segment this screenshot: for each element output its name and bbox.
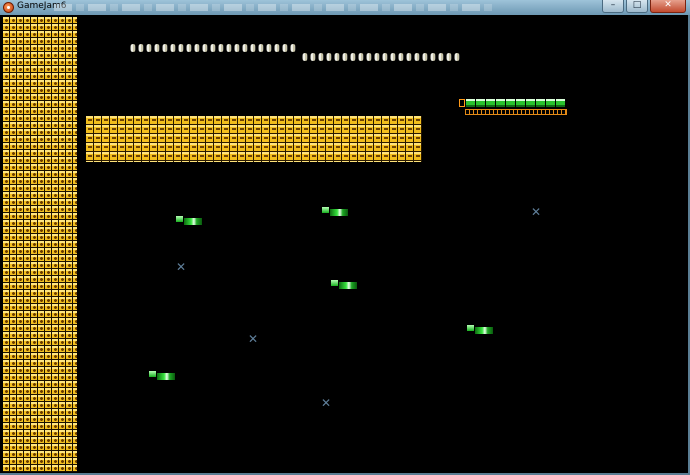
snake-segment [556,99,565,107]
capsule-sprite [178,44,184,52]
capsule-sprite [290,44,296,52]
close-button[interactable]: ✕ [650,0,686,13]
snake-body [466,99,565,107]
capsule-sprite [274,44,280,52]
capsule-sprite [390,53,396,61]
capsule-sprite [310,53,316,61]
capsule-sprite [454,53,460,61]
x-marker-icon: ✕ [321,396,332,410]
capsule-sprite [326,53,332,61]
capsule-sprite [382,53,388,61]
green-pickup [467,325,493,334]
capsule-sprite [130,44,136,52]
capsule-sprite [430,53,436,61]
capsule-sprite [186,44,192,52]
snake-trail [465,109,567,115]
green-pickup [176,216,202,225]
capsule-sprite [266,44,272,52]
snake-segment [506,99,515,107]
snake-segment [516,99,525,107]
capsule-sprite [302,53,308,61]
snake-segment [526,99,535,107]
capsule-sprite [438,53,444,61]
capsule-sprite [282,44,288,52]
x-marker-icon: ✕ [531,205,542,219]
capsule-sprite [446,53,452,61]
maximize-button[interactable]: □ [626,0,648,13]
green-pickup [331,280,357,289]
capsule-sprite [414,53,420,61]
snake-segment [546,99,555,107]
green-pickup [149,371,175,380]
snake-head [459,99,465,107]
capsule-row-lower [302,53,460,62]
capsule-sprite [334,53,340,61]
capsule-sprite [250,44,256,52]
capsule-sprite [350,53,356,61]
capsule-sprite [374,53,380,61]
title-bar-extra-text [54,4,494,11]
capsule-sprite [406,53,412,61]
minimize-button[interactable]: – [602,0,624,13]
x-marker-icon: ✕ [248,332,259,346]
capsule-sprite [146,44,152,52]
capsule-sprite [234,44,240,52]
capsule-sprite [398,53,404,61]
capsule-sprite [366,53,372,61]
capsule-sprite [422,53,428,61]
capsule-sprite [358,53,364,61]
capsule-sprite [342,53,348,61]
window-controls: – □ ✕ [602,0,686,14]
block-field [86,116,422,162]
snake-segment [536,99,545,107]
window-titlebar[interactable]: GameJam6 – □ ✕ [0,0,690,16]
snake-segment [476,99,485,107]
app-icon [3,2,14,13]
capsule-sprite [318,53,324,61]
snake-segment [466,99,475,107]
snake-segment [486,99,495,107]
x-marker-icon: ✕ [176,260,187,274]
snake-segment [496,99,505,107]
capsule-sprite [154,44,160,52]
capsule-sprite [226,44,232,52]
capsule-sprite [194,44,200,52]
game-canvas[interactable]: ✕ ✕ ✕ ✕ [0,15,690,475]
capsule-row-upper [130,44,296,53]
left-block-wall [3,17,77,472]
capsule-sprite [138,44,144,52]
capsule-sprite [242,44,248,52]
capsule-sprite [258,44,264,52]
capsule-sprite [170,44,176,52]
capsule-sprite [202,44,208,52]
capsule-sprite [210,44,216,52]
green-pickup [322,207,348,216]
capsule-sprite [162,44,168,52]
capsule-sprite [218,44,224,52]
